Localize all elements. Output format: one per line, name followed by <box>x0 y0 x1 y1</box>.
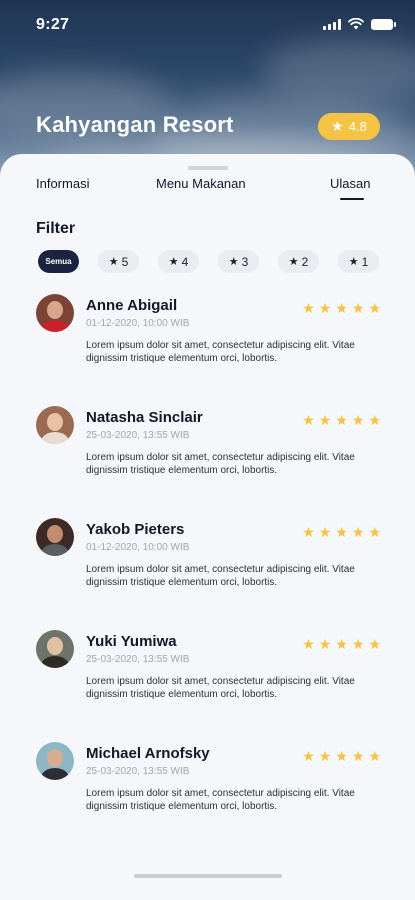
star-icon: ★ <box>368 412 381 428</box>
reviewer-name: Yuki Yumiwa <box>86 633 177 650</box>
review-date: 25-03-2020, 13:55 WIB <box>86 430 190 441</box>
filter-chip-semua[interactable]: Semua <box>38 250 79 273</box>
rating-value: 4.8 <box>348 119 367 134</box>
reviewer-name: Michael Arnofsky <box>86 745 210 762</box>
star-icon: ★ <box>368 636 381 652</box>
review-item: Yuki Yumiwa 25-03-2020, 13:55 WIB ★ ★ ★ ★ ★ … <box>36 630 381 730</box>
avatar <box>36 406 74 444</box>
star-icon: ★ <box>335 412 348 428</box>
review-date: 25-03-2020, 13:55 WIB <box>86 766 190 777</box>
star-icon: ★ <box>368 748 381 764</box>
star-icon: ★ <box>335 300 348 316</box>
star-icon: ★ <box>318 636 332 652</box>
star-icon: ★ <box>318 412 332 428</box>
review-item: Michael Arnofsky 25-03-2020, 13:55 WIB ★… <box>36 742 381 842</box>
tab-menu-makanan[interactable]: Menu Makanan <box>156 176 246 191</box>
star-icon: ★ <box>302 412 315 428</box>
page-title: Kahyangan Resort <box>36 112 234 137</box>
filter-heading: Filter <box>36 220 76 237</box>
battery-icon <box>371 18 396 30</box>
avatar <box>36 518 74 556</box>
star-icon: ★ <box>351 636 365 652</box>
review-date: 25-03-2020, 13:55 WIB <box>86 654 190 665</box>
filter-chip-label: Semua <box>45 257 72 266</box>
wifi-icon <box>348 18 364 30</box>
home-indicator[interactable] <box>134 874 282 878</box>
filter-chip-3[interactable]: ★ 3 <box>218 250 259 273</box>
tab-ulasan[interactable]: Ulasan <box>330 176 370 191</box>
reviewer-name: Anne Abigail <box>86 297 178 314</box>
reviewer-name: Natasha Sinclair <box>86 409 203 426</box>
star-icon: ★ <box>318 524 332 540</box>
star-icon: ★ <box>108 256 119 268</box>
tab-bar: Informasi Menu Makanan Ulasan <box>0 176 415 206</box>
filter-chip-label: 3 <box>241 254 249 269</box>
star-icon: ★ <box>288 256 299 268</box>
star-icon: ★ <box>168 256 179 268</box>
review-date: 01-12-2020, 10:00 WIB <box>86 318 190 329</box>
review-date: 01-12-2020, 10:00 WIB <box>86 542 190 553</box>
review-text: Lorem ipsum dolor sit amet, consectetur … <box>86 340 355 364</box>
filter-chips: Semua ★ 5 ★ 4 ★ 3 ★ 2 ★ 1 <box>38 250 383 274</box>
status-bar: 9:27 <box>0 0 415 50</box>
star-icon: ★ <box>331 118 344 134</box>
star-icon: ★ <box>302 300 315 316</box>
cellular-signal-icon <box>323 18 341 30</box>
filter-chip-label: 5 <box>121 254 129 269</box>
review-item: Anne Abigail 01-12-2020, 10:00 WIB ★ ★ ★ ★ ★… <box>36 294 381 394</box>
star-icon: ★ <box>351 412 365 428</box>
star-icon: ★ <box>335 748 348 764</box>
star-icon: ★ <box>368 524 381 540</box>
star-rating: ★ ★ ★ ★ ★ <box>302 525 381 539</box>
review-item: Natasha Sinclair 25-03-2020, 13:55 WIB ★… <box>36 406 381 506</box>
star-icon: ★ <box>302 524 315 540</box>
filter-chip-4[interactable]: ★ 4 <box>158 250 199 273</box>
active-tab-indicator <box>340 198 364 200</box>
review-text: Lorem ipsum dolor sit amet, consectetur … <box>86 676 355 700</box>
star-rating: ★ ★ ★ ★ ★ <box>302 637 381 651</box>
star-icon: ★ <box>348 256 359 268</box>
avatar <box>36 630 74 668</box>
drag-handle[interactable] <box>188 166 228 170</box>
star-icon: ★ <box>351 748 365 764</box>
star-icon: ★ <box>351 300 365 316</box>
star-icon: ★ <box>335 524 348 540</box>
reviewer-name: Yakob Pieters <box>86 521 185 538</box>
tab-informasi[interactable]: Informasi <box>36 176 89 191</box>
review-text: Lorem ipsum dolor sit amet, consectetur … <box>86 788 355 812</box>
star-icon: ★ <box>335 636 348 652</box>
filter-chip-label: 2 <box>301 254 309 269</box>
status-time: 9:27 <box>36 16 70 33</box>
review-text: Lorem ipsum dolor sit amet, consectetur … <box>86 564 355 588</box>
star-icon: ★ <box>302 748 315 764</box>
review-item: Yakob Pieters 01-12-2020, 10:00 WIB ★ ★ ★ ★… <box>36 518 381 618</box>
filter-chip-5[interactable]: ★ 5 <box>98 250 139 273</box>
filter-chip-label: 1 <box>361 254 369 269</box>
filter-chip-2[interactable]: ★ 2 <box>278 250 319 273</box>
star-icon: ★ <box>368 300 381 316</box>
star-rating: ★ ★ ★ ★ ★ <box>302 413 381 427</box>
avatar <box>36 742 74 780</box>
star-icon: ★ <box>228 256 239 268</box>
star-icon: ★ <box>318 300 332 316</box>
review-text: Lorem ipsum dolor sit amet, consectetur … <box>86 452 355 476</box>
avatar <box>36 294 74 332</box>
star-icon: ★ <box>302 636 315 652</box>
star-icon: ★ <box>318 748 332 764</box>
content-sheet: Informasi Menu Makanan Ulasan Filter Sem… <box>0 154 415 900</box>
status-icons <box>323 18 396 30</box>
star-icon: ★ <box>351 524 365 540</box>
rating-badge: ★ 4.8 <box>318 113 380 140</box>
filter-chip-label: 4 <box>181 254 189 269</box>
star-rating: ★ ★ ★ ★ ★ <box>302 749 381 763</box>
filter-chip-1[interactable]: ★ 1 <box>338 250 379 273</box>
star-rating: ★ ★ ★ ★ ★ <box>302 301 381 315</box>
